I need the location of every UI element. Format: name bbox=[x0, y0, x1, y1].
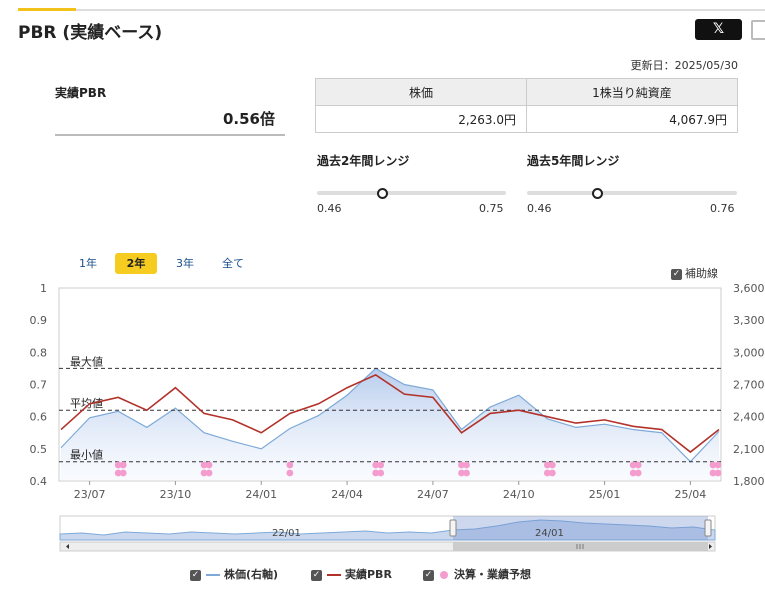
pbr-value: 0.56倍 bbox=[222, 110, 275, 128]
event-marker bbox=[286, 469, 294, 477]
event-marker bbox=[634, 469, 642, 477]
event-marker bbox=[119, 469, 127, 477]
range-2y-marker bbox=[377, 188, 389, 199]
navigator-selection[interactable] bbox=[453, 516, 708, 540]
tab-3y[interactable]: 3年 bbox=[169, 253, 201, 274]
range-5y-track bbox=[527, 191, 737, 195]
legend-price[interactable]: ✓ 株価(右軸) bbox=[190, 566, 278, 582]
y-right-tick-label: 2,700 bbox=[733, 379, 765, 392]
legend-pbr[interactable]: ✓ 実績PBR bbox=[311, 566, 392, 582]
stock-price-value: 2,263.0円 bbox=[315, 105, 527, 133]
navigator-label: 22/01 bbox=[272, 528, 301, 539]
y-left-tick-label: 0.5 bbox=[30, 443, 48, 456]
event-dot-icon bbox=[440, 571, 448, 579]
checkbox-icon: ✓ bbox=[423, 569, 434, 581]
reference-line-label: 平均値 bbox=[70, 397, 103, 410]
navigator-label: 24/01 bbox=[535, 528, 564, 539]
tab-all[interactable]: 全て bbox=[214, 253, 252, 274]
y-right-tick-label: 2,400 bbox=[733, 411, 765, 424]
range-2y-min: 0.46 bbox=[317, 202, 342, 215]
x-share-button[interactable]: 𝕏 bbox=[695, 19, 742, 40]
y-left-tick-label: 0.7 bbox=[30, 379, 48, 392]
y-right-tick-label: 3,000 bbox=[733, 346, 765, 359]
event-marker bbox=[205, 461, 213, 469]
event-marker bbox=[119, 461, 127, 469]
event-marker bbox=[205, 469, 213, 477]
pbr-chart: 0.4 0.5 0.6 0.7 0.8 0.9 1 1,800 2,100 2,400 2,700 3… bbox=[30, 282, 765, 501]
updated-date: 更新日：2025/05/30 bbox=[630, 59, 738, 72]
tab-1y[interactable]: 1年 bbox=[72, 253, 104, 274]
bps-header: 1株当り純資産 bbox=[526, 78, 738, 106]
y-left-tick-label: 1 bbox=[40, 282, 47, 295]
event-marker bbox=[377, 469, 385, 477]
navigator-left-handle[interactable] bbox=[449, 519, 457, 537]
bps-value: 4,067.9円 bbox=[526, 105, 738, 133]
pbr-swatch bbox=[327, 574, 341, 576]
range-navigator[interactable]: 22/01 24/01 bbox=[0, 512, 765, 554]
x-tick-label: 25/04 bbox=[675, 488, 707, 501]
reference-line-label: 最小値 bbox=[70, 449, 103, 462]
aux-lines-label: 補助線 bbox=[685, 267, 718, 280]
pbr-underline bbox=[55, 134, 285, 136]
aux-lines-toggle[interactable]: ✓ 補助線 bbox=[671, 265, 718, 281]
copy-icon[interactable] bbox=[751, 20, 765, 40]
event-marker bbox=[463, 469, 470, 477]
y-left-tick-label: 0.9 bbox=[30, 314, 48, 327]
title-accent-bar bbox=[18, 8, 76, 11]
checkbox-icon: ✓ bbox=[190, 569, 201, 581]
x-tick-label: 24/01 bbox=[245, 488, 277, 501]
x-tick-label: 24/07 bbox=[417, 488, 449, 501]
y-left-tick-label: 0.6 bbox=[30, 411, 48, 424]
legend-events[interactable]: ✓ 決算・業績予想 bbox=[423, 566, 531, 582]
info-table: 株価 1株当り純資産 2,263.0円 4,067.9円 bbox=[315, 78, 738, 133]
x-tick-label: 23/07 bbox=[74, 488, 106, 501]
legend-price-label: 株価(右軸) bbox=[224, 568, 279, 581]
navigator-right-handle[interactable] bbox=[704, 519, 712, 537]
y-right-tick-label: 3,600 bbox=[733, 282, 765, 295]
event-marker bbox=[548, 461, 556, 469]
event-marker bbox=[463, 461, 470, 469]
y-right-tick-label: 3,300 bbox=[733, 314, 765, 327]
x-tick-label: 23/10 bbox=[160, 488, 192, 501]
range-5y-min: 0.46 bbox=[527, 202, 552, 215]
event-marker bbox=[714, 461, 722, 469]
y-right-tick-label: 1,800 bbox=[733, 475, 765, 488]
x-tick-label: 24/10 bbox=[503, 488, 535, 501]
range-2y-max: 0.75 bbox=[479, 202, 504, 215]
title-divider bbox=[76, 9, 765, 11]
event-marker bbox=[548, 469, 556, 477]
pbr-label: 実績PBR bbox=[55, 86, 107, 100]
checkbox-icon: ✓ bbox=[671, 268, 682, 280]
tab-2y[interactable]: 2年 bbox=[115, 253, 157, 274]
event-marker bbox=[286, 461, 294, 469]
stock-price-header: 株価 bbox=[315, 78, 527, 106]
event-marker bbox=[714, 469, 722, 477]
event-marker bbox=[634, 461, 642, 469]
range-2y-track bbox=[317, 191, 506, 195]
range-5y-max: 0.76 bbox=[710, 202, 735, 215]
checkbox-icon: ✓ bbox=[311, 569, 322, 581]
price-swatch bbox=[206, 574, 220, 576]
event-marker bbox=[377, 461, 385, 469]
range-5y-marker bbox=[592, 188, 603, 199]
range-5y-title: 過去5年間レンジ bbox=[527, 154, 620, 168]
legend-pbr-label: 実績PBR bbox=[345, 568, 392, 581]
y-left-tick-label: 0.4 bbox=[30, 475, 48, 488]
legend-events-label: 決算・業績予想 bbox=[454, 568, 531, 581]
reference-line-label: 最大値 bbox=[70, 354, 103, 368]
range-2y-title: 過去2年間レンジ bbox=[317, 154, 410, 168]
y-left-tick-label: 0.8 bbox=[30, 346, 48, 359]
x-tick-label: 24/04 bbox=[331, 488, 363, 501]
page-title: PBR (実績ベース) bbox=[18, 23, 163, 43]
x-tick-label: 25/01 bbox=[589, 488, 621, 501]
y-right-tick-label: 2,100 bbox=[733, 443, 765, 456]
